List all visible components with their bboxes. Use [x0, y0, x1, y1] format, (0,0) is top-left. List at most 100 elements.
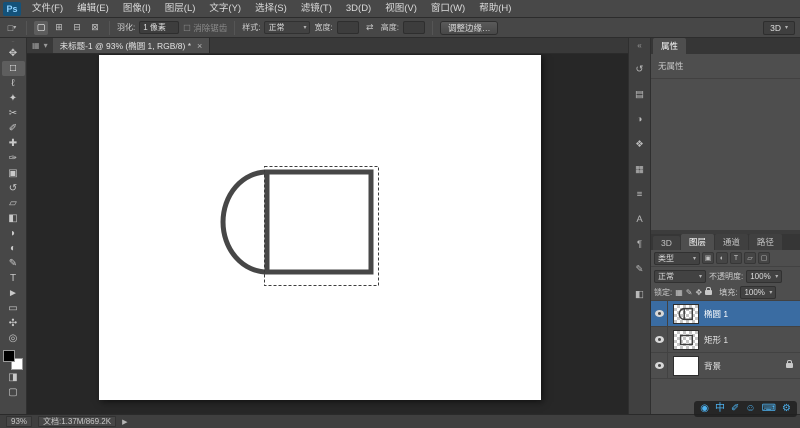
close-icon[interactable]: ×	[197, 41, 202, 51]
lock-pixels-icon[interactable]: ✎	[686, 288, 693, 297]
status-options-icon[interactable]: ▶	[122, 418, 127, 426]
tab-paths[interactable]: 路径	[748, 234, 782, 250]
type-tool[interactable]: T	[2, 271, 25, 286]
hand-tool[interactable]: ✣	[2, 316, 25, 331]
menu-item-3d[interactable]: 3D(D)	[339, 0, 378, 17]
zoom-level-field[interactable]: 93%	[6, 416, 33, 427]
menu-item-type[interactable]: 文字(Y)	[202, 0, 248, 17]
ime-logo-icon[interactable]: ◉	[700, 403, 709, 415]
layer-row-background[interactable]: 背景	[651, 353, 800, 379]
layer-row-ellipse-1[interactable]: 椭圆 1	[651, 301, 800, 327]
layer-thumbnail[interactable]	[673, 303, 699, 324]
shape-tool[interactable]: ▭	[2, 301, 25, 316]
ime-settings-icon[interactable]: ⚙	[782, 403, 791, 415]
color-panel-icon[interactable]: ▤	[632, 87, 648, 101]
tool-preset-picker[interactable]: □ ▾	[5, 21, 19, 35]
gradient-tool[interactable]: ◧	[2, 211, 25, 226]
document-canvas[interactable]	[99, 55, 541, 400]
screen-mode-button[interactable]: ▢	[2, 385, 25, 400]
document-tab[interactable]: 未标题-1 @ 93% (椭圆 1, RGB/8) * ×	[52, 38, 211, 53]
ime-emoticon-icon[interactable]: ☺	[745, 403, 755, 415]
menu-item-window[interactable]: 窗口(W)	[424, 0, 472, 17]
intersect-selection-icon[interactable]: ⊠	[88, 21, 102, 35]
navigator-panel-icon[interactable]: ≡	[632, 187, 648, 201]
visibility-toggle[interactable]	[651, 301, 668, 326]
menu-item-filter[interactable]: 滤镜(T)	[294, 0, 339, 17]
add-to-selection-icon[interactable]: ⊞	[52, 21, 66, 35]
menu-item-file[interactable]: 文件(F)	[25, 0, 70, 17]
menu-item-select[interactable]: 选择(S)	[248, 0, 294, 17]
ime-keyboard-icon[interactable]: ⌨	[762, 403, 776, 415]
visibility-toggle[interactable]	[651, 327, 668, 352]
lock-all-icon[interactable]	[705, 287, 713, 295]
filter-shape-layers-icon[interactable]: ▱	[744, 252, 756, 264]
fill-select[interactable]: 100% ▾	[740, 286, 777, 299]
eyedropper-tool[interactable]: ✐	[2, 121, 25, 136]
ime-punctuation-icon[interactable]: ✐	[731, 403, 739, 415]
antialias-checkbox[interactable]: ☐ 消除锯齿	[183, 22, 227, 34]
expand-panels-icon[interactable]: «	[637, 41, 641, 51]
lock-position-icon[interactable]: ✥	[696, 288, 703, 297]
foreground-color-swatch[interactable]	[3, 350, 15, 362]
tab-channels[interactable]: 通道	[714, 234, 748, 250]
filter-adjustment-layers-icon[interactable]: ◐	[716, 252, 728, 264]
clone-source-panel-icon[interactable]: ◧	[632, 287, 648, 301]
history-brush-tool[interactable]: ↺	[2, 181, 25, 196]
swap-dimensions-icon[interactable]: ⇄	[363, 21, 377, 35]
healing-brush-tool[interactable]: ✚	[2, 136, 25, 151]
visibility-toggle[interactable]	[651, 353, 668, 378]
layer-name: 椭圆 1	[704, 308, 729, 319]
menu-item-layer[interactable]: 图层(L)	[158, 0, 203, 17]
subtract-from-selection-icon[interactable]: ⊟	[70, 21, 84, 35]
path-selection-tool[interactable]: ►	[2, 286, 25, 301]
menu-item-edit[interactable]: 编辑(E)	[70, 0, 116, 17]
rectangular-marquee-tool[interactable]: □	[1, 61, 25, 76]
dodge-tool[interactable]: ◐	[2, 241, 25, 256]
brush-panel-icon[interactable]: ✎	[632, 262, 648, 276]
pen-tool[interactable]: ✎	[2, 256, 25, 271]
arrange-documents-icon[interactable]: ▦ ▾	[27, 38, 53, 53]
layer-row-rectangle-1[interactable]: 矩形 1	[651, 327, 800, 353]
quick-mask-button[interactable]: ◨	[2, 370, 25, 385]
brush-tool[interactable]: ✑	[2, 151, 25, 166]
blur-tool[interactable]: ◗	[2, 226, 25, 241]
refine-edge-button[interactable]: 调整边缘…	[439, 20, 499, 35]
menu-item-help[interactable]: 帮助(H)	[472, 0, 518, 17]
tab-properties[interactable]: 属性	[653, 38, 687, 54]
filter-pixel-layers-icon[interactable]: ▣	[702, 252, 714, 264]
feather-input[interactable]: 1 像素	[139, 21, 180, 34]
style-select[interactable]: 正常 ▾	[264, 21, 311, 34]
adjustments-panel-icon[interactable]: ◑	[632, 112, 648, 126]
toolbar-grip-icon[interactable]: ∙∙	[11, 39, 14, 46]
height-input[interactable]	[402, 21, 425, 34]
menu-item-image[interactable]: 图像(I)	[116, 0, 158, 17]
filter-smart-objects-icon[interactable]: ▢	[758, 252, 770, 264]
paragraph-panel-icon[interactable]: ¶	[632, 237, 648, 251]
layer-thumbnail[interactable]	[673, 329, 699, 350]
layer-thumbnail[interactable]	[673, 355, 699, 376]
layer-filter-select[interactable]: 类型 ▾	[654, 251, 700, 265]
eraser-tool[interactable]: ▱	[2, 196, 25, 211]
menubar: Ps 文件(F) 编辑(E) 图像(I) 图层(L) 文字(Y) 选择(S) 滤…	[0, 0, 800, 18]
zoom-tool[interactable]: ◎	[2, 331, 25, 346]
crop-tool[interactable]: ✂	[2, 106, 25, 121]
move-tool[interactable]: ✥	[2, 46, 25, 61]
filter-type-layers-icon[interactable]: T	[730, 252, 742, 264]
menu-item-view[interactable]: 视图(V)	[378, 0, 424, 17]
ime-chinese-mode-icon[interactable]: 中	[715, 403, 725, 415]
workspace-switcher[interactable]: 3D ▾	[763, 20, 795, 35]
tab-3d[interactable]: 3D	[653, 236, 680, 250]
clone-stamp-tool[interactable]: ▣	[2, 166, 25, 181]
opacity-select[interactable]: 100% ▾	[746, 269, 783, 283]
character-panel-icon[interactable]: A	[632, 212, 648, 226]
blend-mode-select[interactable]: 正常 ▾	[654, 269, 706, 283]
tab-layers[interactable]: 图层	[680, 234, 714, 250]
quick-selection-tool[interactable]: ✦	[2, 91, 25, 106]
history-panel-icon[interactable]: ↺	[632, 62, 648, 76]
styles-panel-icon[interactable]: ❖	[632, 137, 648, 151]
lock-transparency-icon[interactable]: ▦	[675, 288, 683, 297]
lasso-tool[interactable]: ℓ	[2, 76, 25, 91]
width-input[interactable]	[336, 21, 359, 34]
new-selection-icon[interactable]: ▢	[34, 20, 48, 35]
info-panel-icon[interactable]: ▦	[632, 162, 648, 176]
